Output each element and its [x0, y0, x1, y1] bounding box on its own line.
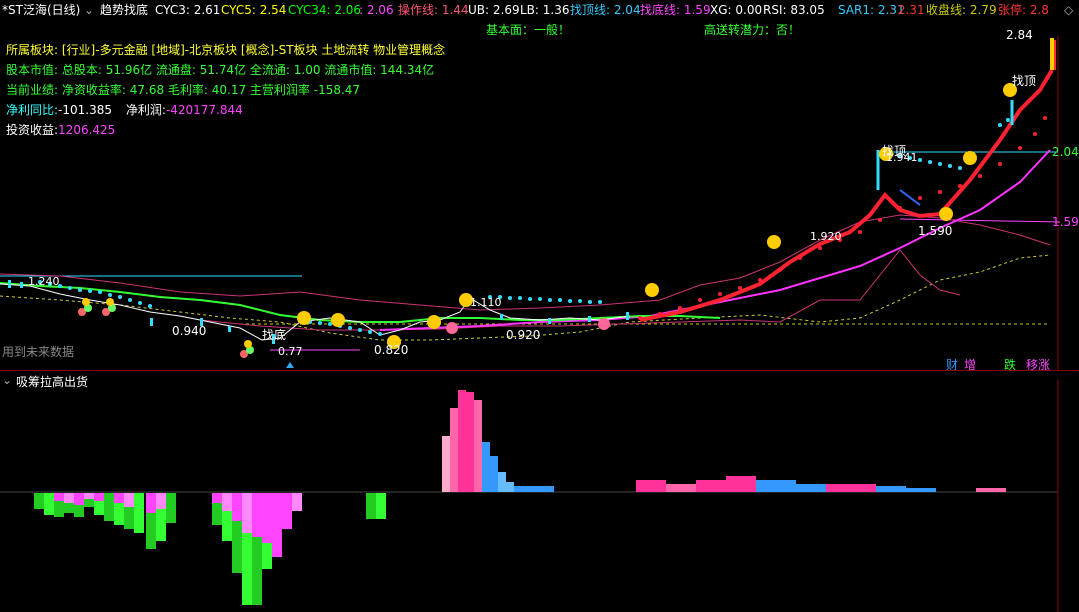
accumulation-histogram[interactable]	[0, 380, 1079, 612]
label-1920: 1.920	[810, 230, 842, 243]
negative-bars	[34, 493, 386, 605]
ref-line-bottom	[899, 218, 1061, 223]
panel-divider	[0, 370, 1079, 371]
future-data-note: 用到未来数据	[2, 345, 75, 359]
price-chart[interactable]	[0, 0, 1079, 370]
top-finding-dots	[38, 118, 1010, 336]
low-price-label: 1.590	[918, 224, 953, 238]
label-1110: 1.110	[470, 296, 502, 309]
blue-segment-1	[899, 189, 921, 206]
operate-line-dots	[638, 116, 1047, 320]
label-0820: 0.820	[374, 343, 409, 357]
fruit-markers	[78, 298, 254, 358]
price-high-label: 2.84	[1006, 28, 1033, 42]
label-0940: 0.940	[172, 324, 207, 338]
label-077: 0.77	[278, 345, 303, 358]
label-1240: 1.240	[28, 275, 60, 288]
top-signal-label-1: 找顶	[882, 144, 907, 158]
top-signal-label-2: 找顶	[1012, 74, 1037, 88]
positive-bars	[442, 390, 1006, 492]
up-arrow-icon	[286, 362, 294, 368]
right-axis-label-1: 2.04	[1052, 145, 1079, 159]
uptrend-line	[639, 68, 1054, 322]
last-candle	[1050, 38, 1054, 70]
label-0920: 0.920	[506, 328, 541, 342]
bottom-signal-label: 找底	[262, 328, 287, 342]
right-axis-label-2: 1.59	[1052, 215, 1079, 229]
